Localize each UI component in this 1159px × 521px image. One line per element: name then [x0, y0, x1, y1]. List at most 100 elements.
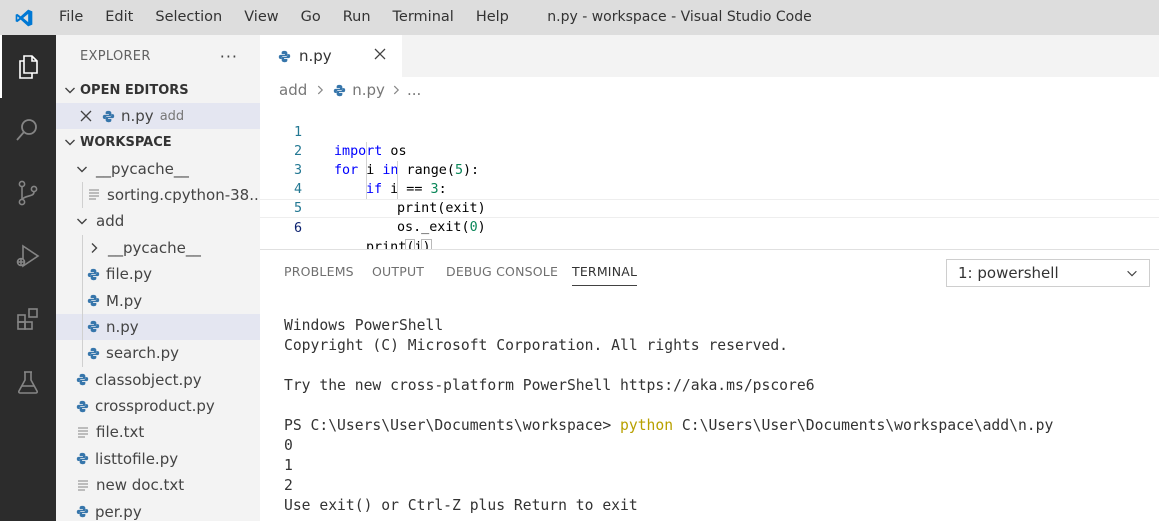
- bottom-panel: PROBLEMS OUTPUT DEBUG CONSOLE TERMINAL 1…: [260, 249, 1159, 521]
- tree-item-label: crossproduct.py: [95, 397, 215, 416]
- chevron-down-icon: [1127, 270, 1137, 277]
- menu-bar: File Edit Selection View Go Run Terminal…: [48, 0, 520, 35]
- tree-item-label: classobject.py: [95, 370, 202, 389]
- open-editor-folder: add: [159, 108, 185, 124]
- terminal-line: Windows PowerShell: [284, 317, 444, 334]
- python-file-icon: [87, 268, 100, 280]
- tree-item-label: sorting.cpython-38....: [107, 185, 260, 204]
- python-file-icon: [87, 321, 100, 333]
- tree-item-label: file.txt: [96, 423, 145, 442]
- activity-bar: [0, 35, 56, 521]
- tab-debug-console[interactable]: DEBUG CONSOLE: [446, 264, 558, 279]
- chevron-right-icon: [91, 242, 98, 253]
- menu-file[interactable]: File: [48, 0, 94, 35]
- menu-terminal[interactable]: Terminal: [382, 0, 465, 35]
- terminal-select[interactable]: 1: powershell: [946, 259, 1150, 287]
- tree-folder-pycache[interactable]: __pycache__: [56, 155, 260, 181]
- code-line: 5 os._exit(0): [260, 180, 1159, 235]
- menu-run[interactable]: Run: [332, 0, 382, 35]
- run-debug-icon[interactable]: [0, 224, 56, 287]
- chevron-right-icon: [393, 85, 399, 95]
- close-icon[interactable]: [80, 110, 92, 122]
- code-line: 1 import os: [260, 104, 1159, 159]
- python-file-icon: [76, 400, 89, 412]
- terminal-prompt: PS C:\Users\User\Documents\workspace>: [284, 417, 621, 434]
- tree-item-label: n.py: [106, 317, 139, 336]
- open-editors-label: OPEN EDITORS: [80, 82, 189, 98]
- tree-item-label: search.py: [106, 344, 179, 363]
- tree-file-new-doc[interactable]: new doc.txt: [56, 472, 260, 498]
- terminal-line: 0: [284, 437, 293, 454]
- tree-folder-add[interactable]: add: [56, 208, 260, 234]
- python-file-icon: [87, 347, 100, 359]
- extensions-icon[interactable]: [0, 287, 56, 350]
- workspace-section[interactable]: WORKSPACE: [56, 129, 260, 155]
- terminal-args: C:\Users\User\Documents\workspace\add\n.…: [673, 417, 1054, 434]
- tree-file-search-py[interactable]: search.py: [56, 340, 260, 367]
- tree-item-label: listtofile.py: [95, 449, 179, 468]
- search-icon[interactable]: [0, 98, 56, 161]
- breadcrumb: add n.py ...: [279, 79, 421, 101]
- code-line-current: 6 print(i): [260, 199, 1159, 256]
- tree-file-file-txt[interactable]: file.txt: [56, 419, 260, 445]
- tab-output[interactable]: OUTPUT: [372, 264, 424, 279]
- tree-folder-pycache-nested[interactable]: __pycache__: [56, 234, 260, 261]
- tree-file-m-py[interactable]: M.py: [56, 287, 260, 314]
- tab-label: n.py: [299, 47, 332, 65]
- tree-file-n-py[interactable]: n.py: [56, 313, 260, 341]
- source-control-icon[interactable]: [0, 161, 56, 224]
- terminal-line: Try the new cross-platform PowerShell ht…: [284, 377, 815, 394]
- code-editor[interactable]: 1 import os 2 for i in range(5): 3 if i …: [260, 101, 1159, 256]
- workspace-label: WORKSPACE: [80, 134, 172, 150]
- more-actions-icon[interactable]: ···: [220, 47, 238, 66]
- breadcrumb-file[interactable]: n.py: [352, 81, 385, 99]
- code-line: 3 if i == 3:: [260, 142, 1159, 197]
- tab-n-py[interactable]: n.py: [260, 35, 402, 77]
- python-file-icon: [76, 374, 89, 386]
- menu-selection[interactable]: Selection: [144, 0, 233, 35]
- explorer-icon[interactable]: [0, 35, 56, 98]
- tree-file-per-py[interactable]: per.py: [56, 498, 260, 521]
- tab-terminal[interactable]: TERMINAL: [572, 264, 638, 286]
- tree-item-label: __pycache__: [96, 159, 189, 178]
- close-icon[interactable]: [372, 46, 388, 62]
- explorer-header: EXPLORER ···: [56, 35, 260, 77]
- open-editor-item[interactable]: n.py add: [56, 103, 260, 130]
- tree-file-file-py[interactable]: file.py: [56, 260, 260, 288]
- tree-item-label: file.py: [106, 265, 153, 284]
- python-file-icon: [334, 84, 346, 96]
- terminal-output[interactable]: Windows PowerShell Copyright (C) Microsof…: [284, 316, 1053, 516]
- menu-edit[interactable]: Edit: [94, 0, 144, 35]
- testing-icon[interactable]: [0, 350, 56, 413]
- tree-file-crossproduct[interactable]: crossproduct.py: [56, 393, 260, 419]
- terminal-command-line: PS C:\Users\User\Documents\workspace> py…: [284, 416, 1053, 436]
- tree-item-label: new doc.txt: [96, 476, 185, 495]
- code-token: os._exit(: [397, 220, 470, 235]
- tree-item-label: add: [96, 212, 125, 231]
- tab-problems[interactable]: PROBLEMS: [284, 264, 354, 279]
- breadcrumb-symbol[interactable]: ...: [407, 81, 421, 99]
- breadcrumb-folder[interactable]: add: [279, 81, 307, 99]
- open-editor-name: n.py: [121, 107, 154, 126]
- terminal-command: python: [620, 417, 674, 434]
- python-file-icon: [278, 50, 291, 62]
- tree-file-classobject[interactable]: classobject.py: [56, 367, 260, 393]
- open-editors-section[interactable]: OPEN EDITORS: [56, 77, 260, 103]
- tree-file-sorting[interactable]: sorting.cpython-38....: [56, 181, 260, 209]
- terminal-line: Use exit() or Ctrl-Z plus Return to exit: [284, 497, 638, 514]
- terminal-line: Copyright (C) Microsoft Corporation. All…: [284, 337, 789, 354]
- code-line: 4 print(exit): [260, 161, 1159, 216]
- code-token: ): [477, 220, 486, 235]
- chevron-right-icon: [318, 85, 324, 95]
- tree-file-listtofile[interactable]: listtofile.py: [56, 446, 260, 472]
- editor-tab-bar: n.py: [260, 35, 1159, 77]
- menu-view[interactable]: View: [233, 0, 289, 35]
- menu-help[interactable]: Help: [465, 0, 520, 35]
- terminal-line: 2: [284, 477, 293, 494]
- line-number: 6: [293, 221, 302, 236]
- file-lines-icon: [89, 189, 99, 201]
- title-bar: File Edit Selection View Go Run Terminal…: [0, 0, 1159, 35]
- menu-go[interactable]: Go: [290, 0, 332, 35]
- file-lines-icon: [78, 480, 88, 491]
- python-file-icon: [102, 110, 115, 122]
